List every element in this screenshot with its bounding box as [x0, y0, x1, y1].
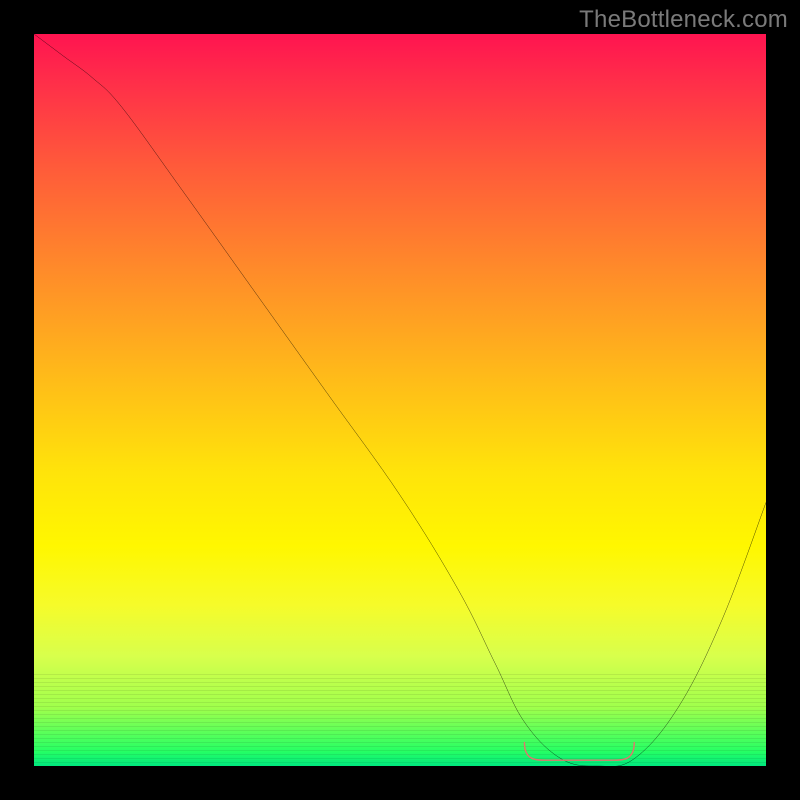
bottom-stripes — [34, 671, 766, 766]
chart-container: TheBottleneck.com — [0, 0, 800, 800]
watermark-text: TheBottleneck.com — [579, 6, 788, 34]
background-gradient — [34, 34, 766, 766]
plot-area — [34, 34, 766, 766]
